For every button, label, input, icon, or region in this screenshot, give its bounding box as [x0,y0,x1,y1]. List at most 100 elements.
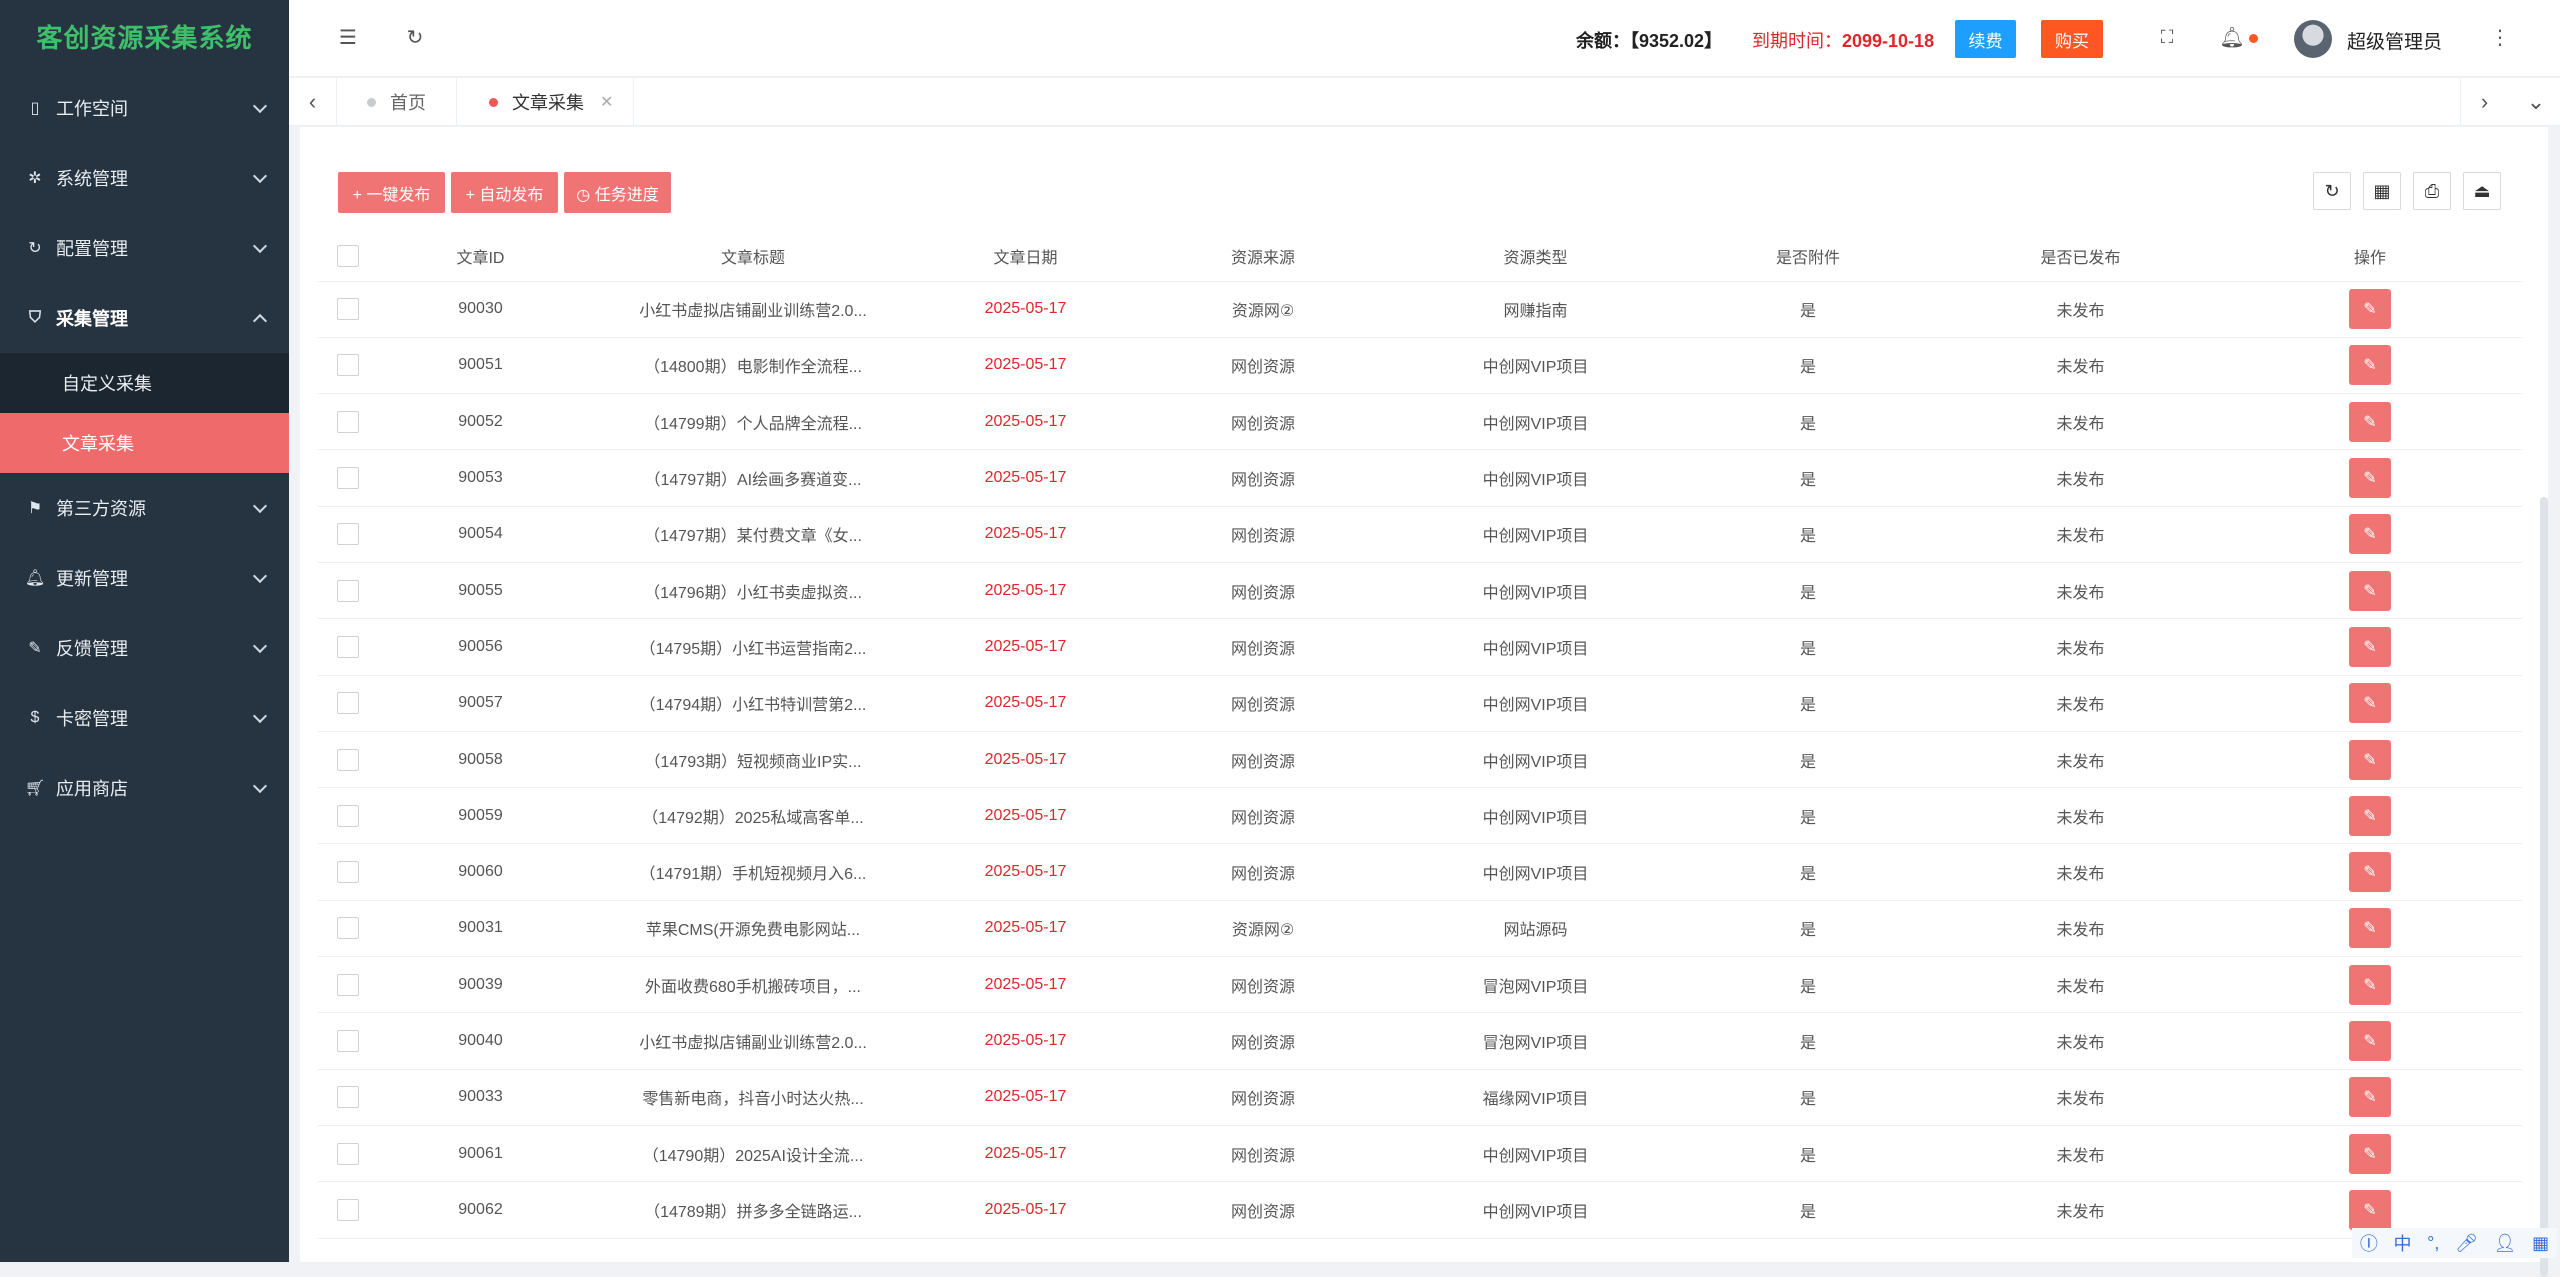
username[interactable]: 超级管理员 [2347,27,2442,54]
edit-button[interactable]: ✎ [2349,289,2391,330]
mic-icon[interactable]: 🎤︎ [2455,1233,2478,1254]
row-checkbox[interactable] [337,635,359,658]
table-row[interactable]: 90030 小红书虚拟店铺副业训练营2.0... 2025-05-17 资源网② 网赚指… [318,281,2522,338]
sidebar-item[interactable]: 🔔︎ 更新管理 [0,543,289,613]
close-icon[interactable]: ✕ [600,92,613,112]
edit-button[interactable]: ✎ [2349,458,2391,499]
row-checkbox[interactable] [337,917,359,940]
column-header[interactable]: 是否已发布 [1943,231,2218,282]
chevron-down-icon[interactable]: ⌄ [2512,78,2560,126]
bell-icon[interactable]: 🔔︎ [2219,26,2244,49]
row-checkbox[interactable] [337,1030,359,1052]
sidebar-subitem[interactable]: 文章采集 [0,413,289,473]
table-row[interactable]: 90033 零售新电商，抖音小时达火热... 2025-05-17 网创资源 福缘网VI… [318,1069,2522,1126]
sidebar-subitem[interactable]: 自定义采集 [0,353,289,413]
edit-button[interactable]: ✎ [2349,908,2391,949]
has-attachment: 是 [1673,843,1943,901]
table-row[interactable]: 90057 （14794期）小红书特训营第2... 2025-05-17 网创资源 中创… [318,675,2522,732]
edit-button[interactable]: ✎ [2349,683,2391,724]
sidebar-item[interactable]: ↻ 配置管理 [0,213,289,283]
tab-home[interactable]: 首页 [337,78,457,126]
sidebar-item[interactable]: ✎ 反馈管理 [0,613,289,683]
row-checkbox[interactable] [337,354,359,377]
menu-toggle-icon[interactable]: ☰ [337,26,359,49]
edit-button[interactable]: ✎ [2349,514,2391,555]
row-checkbox[interactable] [337,692,359,715]
edit-button[interactable]: ✎ [2349,795,2391,836]
columns-icon[interactable]: ▦ [2363,172,2401,210]
column-header[interactable]: 文章ID [378,231,583,282]
table-row[interactable]: 90031 苹果CMS(开源免费电影网站... 2025-05-17 资源网② 网站源码… [318,900,2522,958]
grid-icon[interactable]: ▦ [2532,1233,2549,1254]
row-checkbox[interactable] [337,579,359,602]
edit-button[interactable]: ✎ [2349,739,2391,780]
ime-logo-icon[interactable]: Ⓘ [2360,1230,2378,1256]
task-progress-button[interactable]: ◷ 任务进度 [564,172,671,213]
table-row[interactable]: 90062 （14789期）拼多多全链路运... 2025-05-17 网创资源 中创网… [318,1181,2522,1239]
export-icon[interactable]: ⏏ [2463,172,2501,210]
row-checkbox[interactable] [337,861,359,884]
sidebar-item[interactable]: ⚑ 第三方资源 [0,473,289,543]
table-row[interactable]: 90058 （14793期）短视频商业IP实... 2025-05-17 网创资源 中创… [318,731,2522,789]
edit-button[interactable]: ✎ [2349,570,2391,611]
more-vertical-icon[interactable]: ⋮ [2489,26,2511,49]
table-row[interactable]: 90056 （14795期）小红书运营指南2... 2025-05-17 网创资源 中创… [318,618,2522,676]
column-header[interactable]: 文章标题 [583,231,923,282]
table-row[interactable]: 90053 （14797期）AI绘画多赛道变... 2025-05-17 网创资源 中创… [318,449,2522,507]
edit-button[interactable]: ✎ [2349,401,2391,442]
table-row[interactable]: 90054 （14797期）某付费文章《女... 2025-05-17 网创资源 中创网… [318,506,2522,563]
renew-button[interactable]: 续费 [1955,20,2016,58]
column-header[interactable]: 资源类型 [1398,231,1673,282]
table-row[interactable]: 90052 （14799期）个人品牌全流程... 2025-05-17 网创资源 中创网… [318,393,2522,451]
sidebar-item[interactable]: 🛒︎ 应用商店 [0,753,289,823]
tab-article-collect[interactable]: 文章采集 ✕ [459,78,635,126]
refresh-icon[interactable]: ↻ [404,26,426,49]
select-all-checkbox[interactable] [337,244,359,267]
fullscreen-icon[interactable]: ⛶ [2156,26,2178,48]
table-row[interactable]: 90061 （14790期）2025AI设计全流... 2025-05-17 网创资源… [318,1125,2522,1183]
sidebar-item[interactable]: ▯ 工作空间 [0,73,289,143]
edit-button[interactable]: ✎ [2349,852,2391,893]
table-row[interactable]: 90060 （14791期）手机短视频月入6... 2025-05-17 网创资源 中创… [318,843,2522,901]
edit-button[interactable]: ✎ [2349,964,2391,1005]
table-row[interactable]: 90039 外面收费680手机搬砖项目，... 2025-05-17 网创资源 冒泡网V… [318,956,2522,1014]
table-row[interactable]: 90055 （14796期）小红书卖虚拟资... 2025-05-17 网创资源 中创网… [318,562,2522,620]
scrollbar[interactable] [2540,497,2548,1277]
column-header[interactable]: 文章日期 [923,231,1128,282]
avatar[interactable] [2294,20,2332,58]
table-row[interactable]: 90059 （14792期）2025私域高客单... 2025-05-17 网创资源中… [318,787,2522,845]
edit-button[interactable]: ✎ [2349,345,2391,386]
column-header[interactable]: 是否附件 [1673,231,1943,282]
edit-button[interactable]: ✎ [2349,1189,2391,1230]
ime-punct-icon[interactable]: °, [2427,1233,2439,1254]
sidebar-item[interactable]: ✲ 系统管理 [0,143,289,213]
row-checkbox[interactable] [337,973,359,996]
column-header[interactable]: 资源来源 [1128,231,1398,282]
edit-button[interactable]: ✎ [2349,1133,2391,1174]
ime-language[interactable]: 中 [2394,1230,2412,1256]
table-refresh-icon[interactable]: ↻ [2313,172,2351,210]
print-icon[interactable]: ⎙ [2413,172,2451,210]
row-checkbox[interactable] [337,1086,359,1109]
publish-one-button[interactable]: + 一键发布 [338,172,445,213]
edit-button[interactable]: ✎ [2349,626,2391,667]
table-row[interactable]: 90040 小红书虚拟店铺副业训练营2.0... 2025-05-17 网创资源 冒泡网… [318,1012,2522,1070]
row-checkbox[interactable] [337,804,359,827]
sidebar-item[interactable]: ⛉ 采集管理 [0,283,289,353]
edit-button[interactable]: ✎ [2349,1021,2391,1061]
tabs-prev-icon[interactable]: ‹ [289,78,337,126]
user-icon[interactable]: 👤︎ [2494,1233,2517,1254]
row-checkbox[interactable] [337,410,359,433]
row-checkbox[interactable] [337,1198,359,1221]
auto-publish-button[interactable]: + 自动发布 [451,172,558,213]
row-checkbox[interactable] [337,1142,359,1165]
row-checkbox[interactable] [337,523,359,546]
row-checkbox[interactable] [337,748,359,771]
table-row[interactable]: 90051 （14800期）电影制作全流程... 2025-05-17 网创资源 中创网… [318,337,2522,395]
edit-button[interactable]: ✎ [2349,1077,2391,1118]
tabs-next-icon[interactable]: › [2460,78,2508,126]
buy-button[interactable]: 购买 [2041,20,2103,58]
sidebar-item[interactable]: $ 卡密管理 [0,683,289,753]
row-checkbox[interactable] [337,467,359,490]
row-checkbox[interactable] [337,298,359,321]
